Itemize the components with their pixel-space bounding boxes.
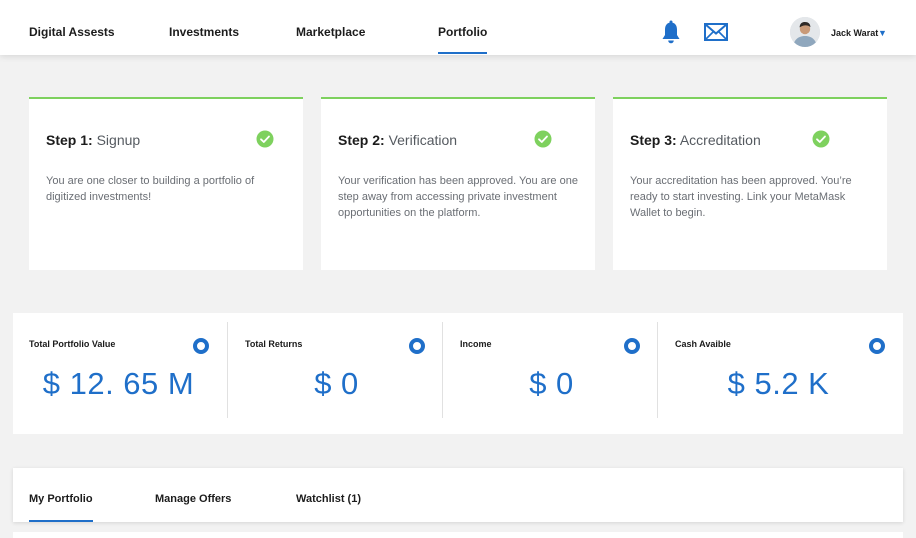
chevron-down-icon[interactable]: ▼ (878, 28, 887, 38)
check-circle-icon (812, 130, 830, 148)
divider (657, 322, 658, 418)
nav-investments[interactable]: Investments (169, 25, 239, 39)
tab-watchlist[interactable]: Watchlist (1) (296, 493, 361, 505)
step-label: Step 3: (630, 132, 677, 148)
stat-radio[interactable] (624, 338, 640, 354)
step-description: Your accreditation has been approved. Yo… (630, 175, 852, 219)
check-circle-icon (534, 130, 552, 148)
stat-value: $ 0 (314, 366, 359, 401)
stat-radio[interactable] (869, 338, 885, 354)
step-name: Verification (388, 132, 458, 148)
step-description: You are one closer to building a portfol… (46, 175, 255, 203)
nav-marketplace[interactable]: Marketplace (296, 25, 365, 39)
divider (442, 322, 443, 418)
stat-label: Cash Avaible (675, 339, 731, 349)
stat-label: Total Returns (245, 339, 303, 349)
bell-icon[interactable] (662, 20, 680, 44)
step-title: Step 2: Verification (338, 132, 457, 148)
nav-digital-assets[interactable]: Digital Assests (29, 25, 115, 39)
stat-income: Income $ 0 (444, 313, 659, 434)
tab-manage-offers[interactable]: Manage Offers (155, 493, 231, 505)
mail-icon[interactable] (704, 23, 728, 41)
step-name: Accreditation (679, 132, 761, 148)
check-circle-icon (256, 130, 274, 148)
nav-portfolio[interactable]: Portfolio (438, 25, 488, 54)
user-avatar-icon (790, 17, 820, 47)
stat-total-portfolio-value: Total Portfolio Value $ 12. 65 M (13, 313, 228, 434)
step-title: Step 1: Signup (46, 132, 140, 148)
avatar[interactable] (790, 17, 820, 47)
step-label: Step 2: (338, 132, 385, 148)
stat-value: $ 5.2 K (727, 366, 830, 401)
stat-label: Income (460, 339, 492, 349)
divider (227, 322, 228, 418)
stat-value: $ 0 (529, 366, 574, 401)
stat-label: Total Portfolio Value (29, 339, 116, 349)
step-description: Your verification has been approved. You… (338, 175, 578, 219)
portfolio-stats: Total Portfolio Value $ 12. 65 M Total R… (13, 313, 903, 434)
stat-total-returns: Total Returns $ 0 (229, 313, 444, 434)
stat-radio[interactable] (409, 338, 425, 354)
stat-value: $ 12. 65 M (42, 366, 195, 401)
step-name: Signup (96, 132, 141, 148)
content-card (13, 532, 903, 538)
tab-my-portfolio[interactable]: My Portfolio (29, 493, 93, 522)
step-label: Step 1: (46, 132, 93, 148)
stat-cash-available: Cash Avaible $ 5.2 K (659, 313, 885, 434)
user-name[interactable]: Jack Warat (831, 28, 878, 38)
top-nav: Digital Assests Investments Marketplace … (0, 0, 916, 55)
step-card-verification: Step 2: Verification Your verification h… (321, 97, 595, 270)
step-title: Step 3: Accreditation (630, 132, 761, 148)
portfolio-tabs: My Portfolio Manage Offers Watchlist (1) (13, 468, 903, 522)
step-card-accreditation: Step 3: Accreditation Your accreditation… (613, 97, 887, 270)
stat-radio[interactable] (193, 338, 209, 354)
step-card-signup: Step 1: Signup You are one closer to bui… (29, 97, 303, 270)
